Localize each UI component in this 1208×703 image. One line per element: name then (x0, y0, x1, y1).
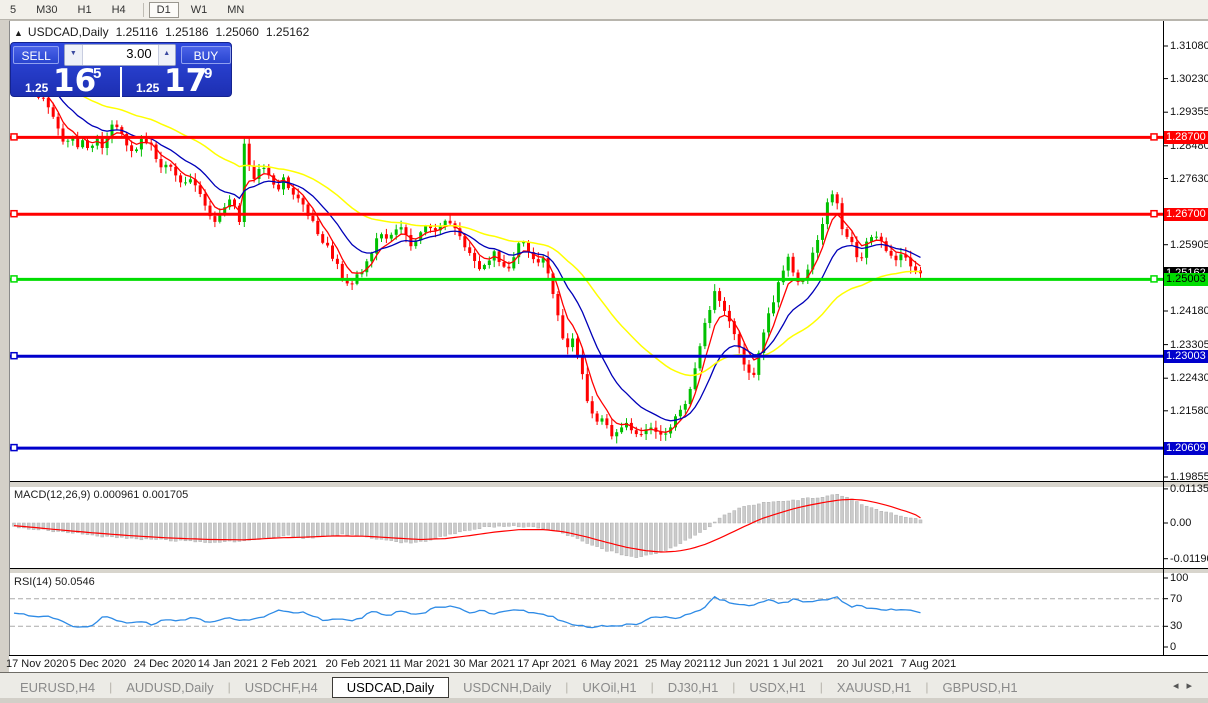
hline-handle[interactable] (1150, 209, 1158, 218)
price-tick: 1.22430 (1170, 372, 1208, 385)
chart-tab-usdcad[interactable]: USDCAD,Daily (331, 676, 450, 698)
date-tick: 5 Dec 2020 (69, 658, 127, 670)
price-chart-canvas[interactable] (0, 0, 1208, 703)
date-tick: 2 Feb 2021 (261, 658, 318, 670)
macd-indicator-label: MACD(12,26,9) 0.000961 0.001705 (14, 489, 189, 501)
date-tick: 12 Jun 2021 (708, 658, 770, 670)
chart-tab-xauusd[interactable]: XAUUSD,H1 (823, 678, 925, 697)
price-flag-1.25003: 1.25003 (1164, 272, 1208, 286)
buy-price-prefix: 1.25 (136, 81, 160, 95)
rsi-tick: 100 (1170, 572, 1189, 584)
macd-tick: -0.01190 (1170, 552, 1208, 565)
price-tick: 1.30230 (1170, 72, 1208, 85)
sell-price-big-digits: 16 (53, 63, 97, 99)
chart-tab-audusd[interactable]: AUDUSD,Daily (112, 678, 227, 697)
ohlc-high: 1.25186 (165, 25, 209, 39)
timeframe-button-h4[interactable]: H4 (104, 2, 134, 18)
chart-tab-usdchf[interactable]: USDCHF,H4 (231, 678, 332, 697)
one-click-trading-panel: SELL ▼ 3.00 ▲ BUY 1.25 16 5 1.25 17 9 (10, 42, 232, 99)
chart-tab-ukoil[interactable]: UKOil,H1 (568, 678, 650, 697)
buy-price-pip-digit: 9 (204, 65, 213, 82)
sell-price-prefix: 1.25 (25, 81, 49, 95)
sell-price[interactable]: 1.25 16 5 (11, 63, 120, 99)
hline-handle[interactable] (10, 351, 18, 360)
timeframe-toolbar: 5 M30 H1 H4 D1 W1 MN (0, 0, 1208, 20)
hline-handle[interactable] (10, 443, 18, 452)
ohlc-close: 1.25162 (265, 25, 310, 39)
date-tick: 20 Jul 2021 (836, 658, 894, 670)
hline-handle[interactable] (10, 133, 18, 141)
date-tick: 20 Feb 2021 (325, 658, 388, 670)
price-tick: 1.31080 (1170, 40, 1208, 52)
ohlc-low: 1.25060 (215, 25, 259, 39)
timeframe-button-d1[interactable]: D1 (148, 1, 179, 18)
volume-increase-button[interactable]: ▲ (157, 45, 175, 65)
price-flag-1.20609: 1.20609 (1164, 441, 1208, 455)
sell-price-pip-digit: 5 (93, 65, 102, 82)
toolbar-separator (142, 2, 144, 17)
buy-button[interactable]: BUY (180, 46, 231, 64)
chart-tab-gbpusd[interactable]: GBPUSD,H1 (928, 678, 1031, 697)
macd-tick: 0.00 (1170, 517, 1192, 529)
timeframe-button-mn[interactable]: MN (219, 2, 252, 18)
chart-title: ▲ USDCAD,Daily 1.25116 1.25186 1.25060 1.2516… (14, 25, 309, 39)
chart-tab-eurusd[interactable]: EURUSD,H4 (6, 678, 109, 697)
hline-handle[interactable] (10, 275, 18, 283)
date-tick: 7 Aug 2021 (900, 658, 957, 670)
rsi-tick: 30 (1170, 620, 1183, 633)
date-tick: 6 May 2021 (581, 658, 639, 670)
rsi-tick: 70 (1170, 592, 1183, 605)
price-flag-1.26700: 1.26700 (1164, 207, 1208, 221)
date-tick: 17 Nov 2020 (6, 658, 69, 670)
tab-scroll-left-icon[interactable]: ◂ (1173, 680, 1187, 692)
hline-handle[interactable] (1150, 275, 1158, 283)
timeframe-button-w1[interactable]: W1 (183, 2, 216, 18)
timeframe-button-5[interactable]: 5 (2, 2, 24, 18)
date-tick: 1 Jul 2021 (772, 658, 824, 670)
price-tick: 1.25905 (1170, 238, 1208, 251)
mt4-terminal-window: 5 M30 H1 H4 D1 W1 MN ▲ USDCAD,Daily 1.25116 1.251… (0, 0, 1208, 703)
ohlc-open: 1.25116 (115, 25, 159, 39)
date-tick: 30 Mar 2021 (453, 658, 516, 670)
date-tick: 25 May 2021 (645, 658, 709, 670)
date-tick: 11 Mar 2021 (389, 658, 451, 670)
hline-handle[interactable] (10, 209, 18, 218)
chart-tab-usdcnh[interactable]: USDCNH,Daily (449, 678, 565, 697)
timeframe-button-m30[interactable]: M30 (28, 2, 65, 18)
rsi-indicator-label: RSI(14) 50.0546 (14, 576, 95, 588)
volume-decrease-button[interactable]: ▼ (65, 45, 83, 65)
rsi-tick: 0 (1170, 641, 1177, 653)
symbol-marker-icon: ▲ (14, 28, 23, 38)
chart-tab-dj30[interactable]: DJ30,H1 (654, 678, 733, 697)
macd-tick: 0.01135 (1170, 482, 1208, 495)
tab-scroll-right-icon[interactable]: ▸ (1186, 680, 1200, 692)
price-tick: 1.29355 (1170, 106, 1208, 119)
price-flag-1.28700: 1.28700 (1164, 130, 1208, 144)
date-tick: 14 Jan 2021 (197, 658, 259, 670)
price-tick: 1.24180 (1170, 305, 1208, 317)
chart-symbol-label: USDCAD,Daily (27, 25, 109, 39)
price-tick: 1.21580 (1170, 404, 1208, 417)
chart-tab-usdx[interactable]: USDX,H1 (735, 678, 819, 697)
chart-tab-bar: EURUSD,H4 | AUDUSD,Daily | USDCHF,H4 USDCAD,D… (0, 672, 1208, 703)
tabbar-strip (0, 698, 1208, 703)
date-tick: 17 Apr 2021 (517, 658, 577, 670)
sell-button[interactable]: SELL (13, 46, 60, 64)
price-tick: 1.19855 (1170, 471, 1208, 483)
price-flag-1.23003: 1.23003 (1164, 349, 1208, 363)
buy-price-big-digits: 17 (164, 63, 208, 99)
price-tick: 1.27630 (1170, 172, 1208, 185)
timeframe-button-h1[interactable]: H1 (70, 2, 100, 18)
date-tick: 24 Dec 2020 (133, 658, 197, 670)
buy-price[interactable]: 1.25 17 9 (122, 63, 231, 99)
volume-input[interactable]: 3.00 (82, 45, 158, 65)
hline-handle[interactable] (1150, 133, 1158, 141)
